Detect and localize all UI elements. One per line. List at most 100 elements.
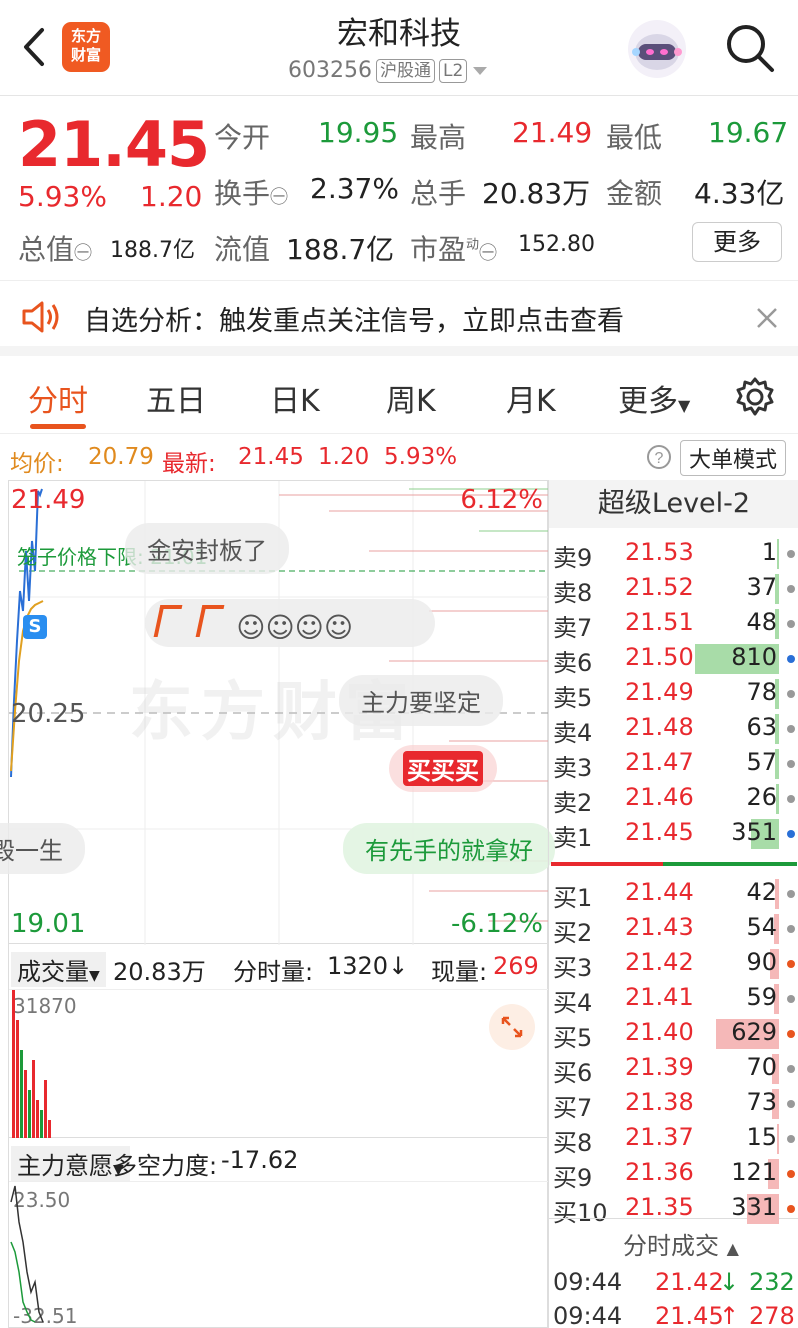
tab-monthly-k[interactable]: 月K — [506, 376, 556, 420]
bid-volume: 42 — [746, 878, 777, 906]
bid-level-label: 买6 — [553, 1059, 593, 1087]
level2-orderbook: 超级Level-2 卖9 21.53 1 卖8 21.52 37 卖7 21.51 48 卖6 21… — [548, 480, 798, 1328]
market-cap-value: 188.7亿 — [110, 238, 195, 263]
ask-level-label: 卖9 — [553, 544, 593, 572]
ask-price: 21.52 — [625, 573, 694, 601]
intraday-chart[interactable]: 21.49 20.25 19.01 6.12% -6.12% 笼子价格下限: 2… — [0, 480, 555, 945]
axis-pct-low: -6.12% — [451, 909, 543, 939]
high-value: 21.49 — [512, 116, 593, 149]
sell-marker[interactable]: S — [23, 615, 47, 639]
barrage-emoji-comment[interactable]: ☺☺☺☺ — [145, 599, 435, 647]
volume-indicator-selector[interactable]: 成交量▼ — [11, 952, 106, 987]
bid-row[interactable]: 买7 21.38 73 — [549, 1086, 798, 1122]
avg-label: 均价: — [10, 451, 64, 477]
tab-five-day[interactable]: 五日 — [146, 376, 206, 420]
price-info-bar: 均价: 20.79 最新: 21.45 1.20 5.93% ? 大单模式 — [0, 436, 798, 480]
emoji-icon: ☺☺☺☺ — [236, 611, 354, 644]
tick-volume: 278 — [749, 1302, 795, 1328]
high-label: 最高 — [410, 121, 467, 154]
search-icon[interactable] — [722, 20, 778, 76]
barrage-comment[interactable]: 有先手的就拿好 — [343, 823, 555, 874]
bid-row[interactable]: 买3 21.42 90 — [549, 946, 798, 982]
latest-change: 1.20 — [318, 444, 370, 470]
ask-level-label: 卖2 — [553, 789, 593, 817]
ask-price: 21.49 — [625, 678, 694, 706]
barrage-comment[interactable]: 主力要坚定 — [339, 675, 503, 726]
expand-icon[interactable] — [489, 1004, 535, 1050]
amount-value: 4.33亿 — [694, 177, 785, 210]
more-button[interactable]: 更多 — [692, 222, 782, 262]
bid-price: 21.39 — [625, 1053, 694, 1081]
tab-more[interactable]: 更多▼ — [618, 376, 690, 420]
tab-intraday[interactable]: 分时 — [28, 376, 88, 420]
ask-row[interactable]: 卖5 21.49 78 — [549, 676, 798, 712]
ask-volume: 78 — [746, 678, 777, 706]
level2-title[interactable]: 超级Level-2 — [549, 480, 798, 528]
low-label: 最低 — [606, 121, 663, 154]
bid-row[interactable]: 买10 21.35 331 — [549, 1191, 798, 1227]
help-icon[interactable]: ? — [646, 444, 672, 470]
tick-direction-arrow: ↓ — [719, 1268, 740, 1296]
status-dot — [787, 925, 795, 933]
barrage-comment[interactable]: 金安封板了 — [125, 523, 289, 574]
ask-row[interactable]: 卖9 21.53 1 — [549, 536, 798, 572]
bid-row[interactable]: 买2 21.43 54 — [549, 911, 798, 947]
bid-level-label: 买9 — [553, 1164, 593, 1192]
tick-volume: 232 — [749, 1268, 795, 1296]
bid-price: 21.43 — [625, 913, 694, 941]
tab-weekly-k[interactable]: 周K — [386, 376, 436, 420]
status-dot — [787, 620, 795, 628]
settings-gear-icon[interactable] — [734, 376, 776, 418]
indicator-selector[interactable]: 主力意愿▼ — [11, 1146, 130, 1181]
bid-row[interactable]: 买4 21.41 59 — [549, 981, 798, 1017]
speaker-icon — [22, 301, 59, 333]
ask-level-label: 卖3 — [553, 754, 593, 782]
bid-volume-bar — [777, 1124, 779, 1154]
ask-row[interactable]: 卖1 21.45 351 — [549, 816, 798, 852]
latest-label: 最新: — [162, 451, 216, 477]
current-volume-value: 269 — [493, 952, 539, 980]
bid-level-label: 买4 — [553, 989, 593, 1017]
avg-value: 20.79 — [88, 444, 154, 470]
status-dot — [787, 1100, 795, 1108]
bid-price: 21.44 — [625, 878, 694, 906]
status-dot — [787, 1205, 795, 1213]
amount-label: 金额 — [606, 177, 663, 210]
tab-daily-k[interactable]: 日K — [270, 376, 320, 420]
volume-total: 20.83万 — [113, 958, 206, 986]
ask-row[interactable]: 卖2 21.46 26 — [549, 781, 798, 817]
info-icon: ㊀ — [479, 243, 498, 264]
status-dot — [787, 960, 795, 968]
assistant-robot-icon[interactable] — [626, 18, 688, 80]
stock-code-line[interactable]: 603256 沪股通 L2 — [288, 58, 489, 83]
bid-level-label: 买8 — [553, 1129, 593, 1157]
ask-row[interactable]: 卖4 21.48 63 — [549, 711, 798, 747]
ask-row[interactable]: 卖3 21.47 57 — [549, 746, 798, 782]
ask-row[interactable]: 卖6 21.50 810 — [549, 641, 798, 677]
close-icon[interactable] — [756, 307, 778, 329]
bid-row[interactable]: 买5 21.40 629 — [549, 1016, 798, 1052]
bid-row[interactable]: 买1 21.44 42 — [549, 876, 798, 912]
open-label: 今开 — [214, 121, 271, 154]
bid-volume: 90 — [746, 948, 777, 976]
axis-price-low: 19.01 — [11, 909, 86, 939]
barrage-comment[interactable]: 毁一生 — [0, 823, 85, 874]
bid-price: 21.41 — [625, 983, 694, 1011]
ask-row[interactable]: 卖7 21.51 48 — [549, 606, 798, 642]
bid-row[interactable]: 买9 21.36 121 — [549, 1156, 798, 1192]
bid-price: 21.38 — [625, 1088, 694, 1116]
barrage-comment[interactable]: 买买买 — [389, 745, 497, 792]
tick-time: 09:44 — [553, 1268, 623, 1296]
notice-bar[interactable]: 自选分析：触发重点关注信号，立即点击查看 — [0, 280, 798, 356]
time-sales-header[interactable]: 分时成交 ▲ — [623, 1226, 739, 1261]
minute-volume-value: 1320↓ — [327, 952, 409, 980]
status-dot — [787, 1135, 795, 1143]
sort-up-icon: ▲ — [726, 1239, 739, 1258]
ask-row[interactable]: 卖8 21.52 37 — [549, 571, 798, 607]
bid-row[interactable]: 买8 21.37 15 — [549, 1121, 798, 1157]
indicator-line — [10, 1185, 44, 1323]
bid-price: 21.40 — [625, 1018, 694, 1046]
bid-row[interactable]: 买6 21.39 70 — [549, 1051, 798, 1087]
big-order-mode-button[interactable]: 大单模式 — [680, 440, 787, 476]
bid-volume: 629 — [731, 1018, 777, 1046]
